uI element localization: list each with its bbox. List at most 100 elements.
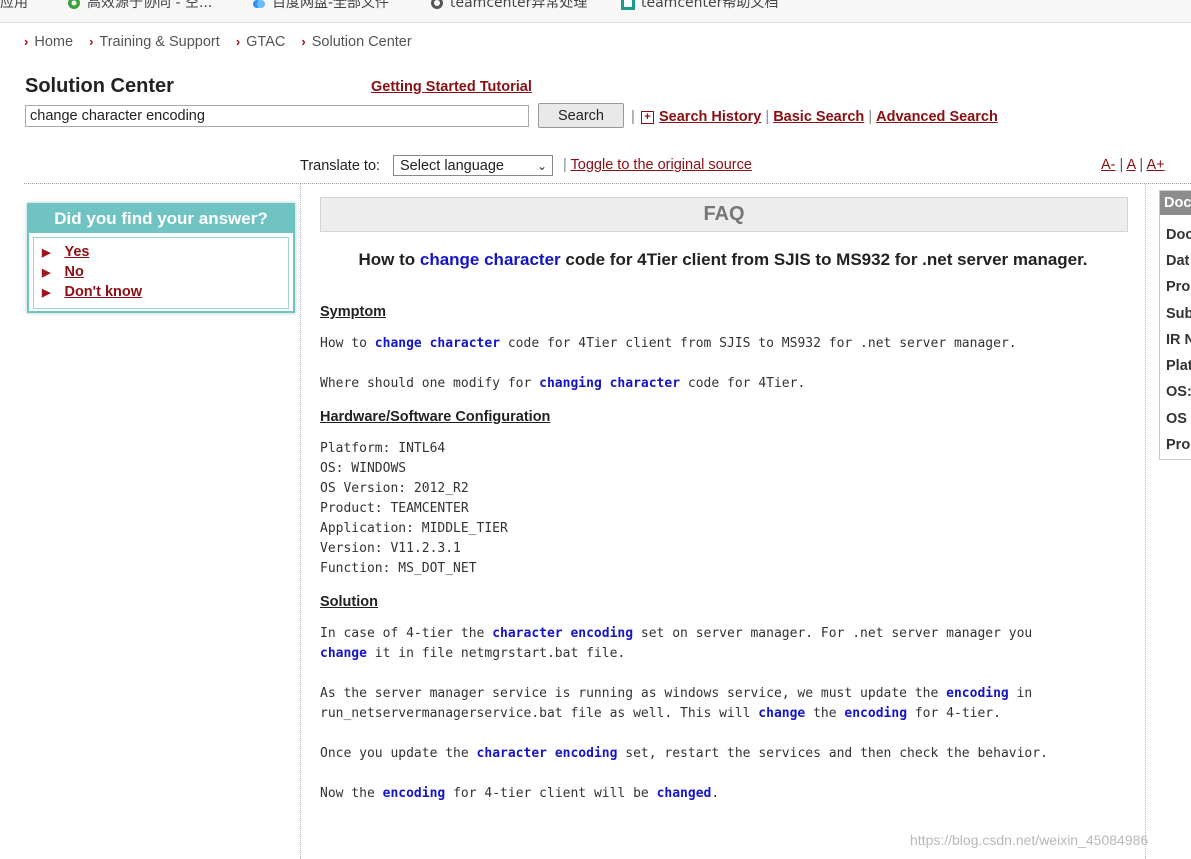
chevron-right-icon: › (24, 34, 29, 49)
solution-line-1b: change it in file netmgrstart.bat file. (320, 644, 625, 664)
breadcrumb-gtac[interactable]: › GTAC (236, 34, 286, 50)
font-smaller-link[interactable]: A- (1101, 157, 1116, 173)
text: set, restart the services and then check… (617, 746, 1048, 761)
bookmark-baidu[interactable]: 百度网盘-全部文件 (252, 0, 389, 12)
side-item: Doc (1166, 227, 1191, 243)
chevron-right-icon: › (89, 34, 94, 49)
bookmark-tc-error[interactable]: teamcenter异常处理 (430, 0, 587, 12)
bookmark-label: teamcenter帮助文档 (641, 0, 779, 11)
triangle-right-icon: ▶ (42, 267, 51, 279)
side-item: Pro (1166, 437, 1191, 453)
highlight: character encoding (476, 746, 618, 761)
font-larger-link[interactable]: A+ (1146, 157, 1164, 173)
text: in (1008, 686, 1033, 701)
highlight: change (320, 646, 367, 661)
symptom-line-2: Where should one modify for changing cha… (320, 374, 805, 394)
page-title: Solution Center (25, 75, 174, 97)
side-item: OS (1166, 411, 1187, 427)
highlight: change character (419, 250, 561, 269)
breadcrumb-home[interactable]: › Home (24, 34, 73, 50)
toggle-original-row: | Toggle to the original source (563, 157, 752, 173)
solution-line-3: Once you update the character encoding s… (320, 744, 1048, 764)
answer-yes[interactable]: ▶ Yes (42, 244, 89, 260)
answer-box-title: Did you find your answer? (29, 205, 293, 233)
advanced-search-link[interactable]: Advanced Search (876, 109, 998, 125)
search-button[interactable]: Search (538, 103, 624, 128)
language-select[interactable]: Select language ⌄ (393, 155, 553, 176)
leaf-icon (68, 0, 80, 9)
divider: | (563, 157, 571, 173)
config-line: Version: V11.2.3.1 (320, 541, 461, 556)
symptom-heading: Symptom (320, 304, 387, 320)
language-select-value: Select language (400, 158, 504, 174)
bookmark-tc-help[interactable]: teamcenter帮助文档 (621, 0, 778, 12)
text: code for 4Tier client from SJIS to MS932… (560, 250, 1088, 269)
solution-line-2a: As the server manager service is running… (320, 684, 1032, 704)
config-line: OS Version: 2012_R2 (320, 481, 469, 496)
divider: | (868, 109, 877, 125)
answer-dont-know[interactable]: ▶ Don't know (42, 284, 142, 300)
text: How to (358, 250, 420, 269)
faq-header-bar: FAQ (320, 197, 1128, 232)
text: As the server manager service is running… (320, 686, 947, 701)
divider: | (1135, 157, 1147, 173)
highlight: encoding (946, 686, 1009, 701)
s-logo-icon (621, 0, 635, 10)
text: How to (320, 336, 375, 351)
text: run_netservermanagerservice.bat file as … (320, 706, 759, 721)
divider: | (1115, 157, 1127, 173)
solution-line-4: Now the encoding for 4-tier client will … (320, 784, 719, 804)
answer-options: ▶ Yes ▶ No ▶ Don't know (33, 237, 289, 309)
toggle-original-link[interactable]: Toggle to the original source (571, 157, 752, 173)
answer-label[interactable]: Yes (64, 244, 89, 260)
config-block: Platform: INTL64 OS: WINDOWS OS Version: 2… (320, 439, 508, 579)
text: Once you update the (320, 746, 477, 761)
text: code for 4Tier. (680, 376, 806, 391)
breadcrumb-training[interactable]: › Training & Support (89, 34, 220, 50)
column-divider-right (1145, 184, 1146, 859)
bookmark-collab[interactable]: 高效源于协同 - 空... (67, 0, 212, 12)
text: for 4-tier client will be (445, 786, 657, 801)
breadcrumb-solution-center[interactable]: › Solution Center (301, 34, 411, 50)
answer-feedback-box: Did you find your answer? ▶ Yes ▶ No ▶ Don'… (27, 203, 295, 313)
symptom-line-1: How to change character code for 4Tier c… (320, 334, 1017, 354)
text: the (805, 706, 845, 721)
text: for 4-tier. (907, 706, 1001, 721)
chevron-right-icon: › (301, 34, 306, 49)
config-line: OS: WINDOWS (320, 461, 407, 476)
solution-line-2b: run_netservermanagerservice.bat file as … (320, 704, 1001, 724)
search-input[interactable]: change character encoding (25, 105, 529, 127)
translate-label: Translate to: (300, 158, 381, 174)
config-line: Platform: INTL64 (320, 441, 446, 456)
document-info-panel: Doc Doc Dat Pro Sub IR N Plat OS: OS Pro (1159, 190, 1191, 460)
highlight: change (758, 706, 806, 721)
answer-label[interactable]: No (64, 264, 83, 280)
breadcrumb-label: Home (34, 34, 74, 50)
text: In case of 4-tier the (320, 626, 493, 641)
triangle-right-icon: ▶ (42, 247, 51, 259)
config-line: Product: TEAMCENTER (320, 501, 469, 516)
search-links: + Search History | Basic Search | Advance… (641, 109, 998, 125)
side-item: OS: (1166, 384, 1191, 400)
bookmarks-bar: 应用 高效源于协同 - 空... 百度网盘-全部文件 teamcenter异常处… (0, 0, 1191, 23)
divider: | (631, 108, 635, 125)
answer-label[interactable]: Don't know (64, 284, 142, 300)
bookmark-label: teamcenter异常处理 (450, 0, 588, 11)
highlight: encoding (382, 786, 446, 801)
bookmark-label: 应用 (0, 0, 28, 11)
chevron-right-icon: › (235, 34, 241, 49)
text: Now the (320, 786, 383, 801)
text: code for 4Tier client from SJIS to MS932… (500, 336, 1017, 351)
solution-line-1a: In case of 4-tier the character encoding… (320, 624, 1032, 644)
bookmark-apps[interactable]: 应用 (0, 0, 28, 12)
plus-box-icon[interactable]: + (641, 111, 654, 124)
header-divider (24, 183, 1191, 184)
getting-started-link[interactable]: Getting Started Tutorial (371, 79, 532, 95)
solution-heading: Solution (320, 594, 378, 610)
answer-no[interactable]: ▶ No (42, 264, 84, 280)
side-item: Pro (1166, 279, 1191, 295)
bookmark-label: 百度网盘-全部文件 (272, 0, 390, 11)
basic-search-link[interactable]: Basic Search (773, 109, 864, 125)
side-item: Plat (1166, 358, 1191, 374)
search-history-link[interactable]: Search History (659, 109, 761, 125)
